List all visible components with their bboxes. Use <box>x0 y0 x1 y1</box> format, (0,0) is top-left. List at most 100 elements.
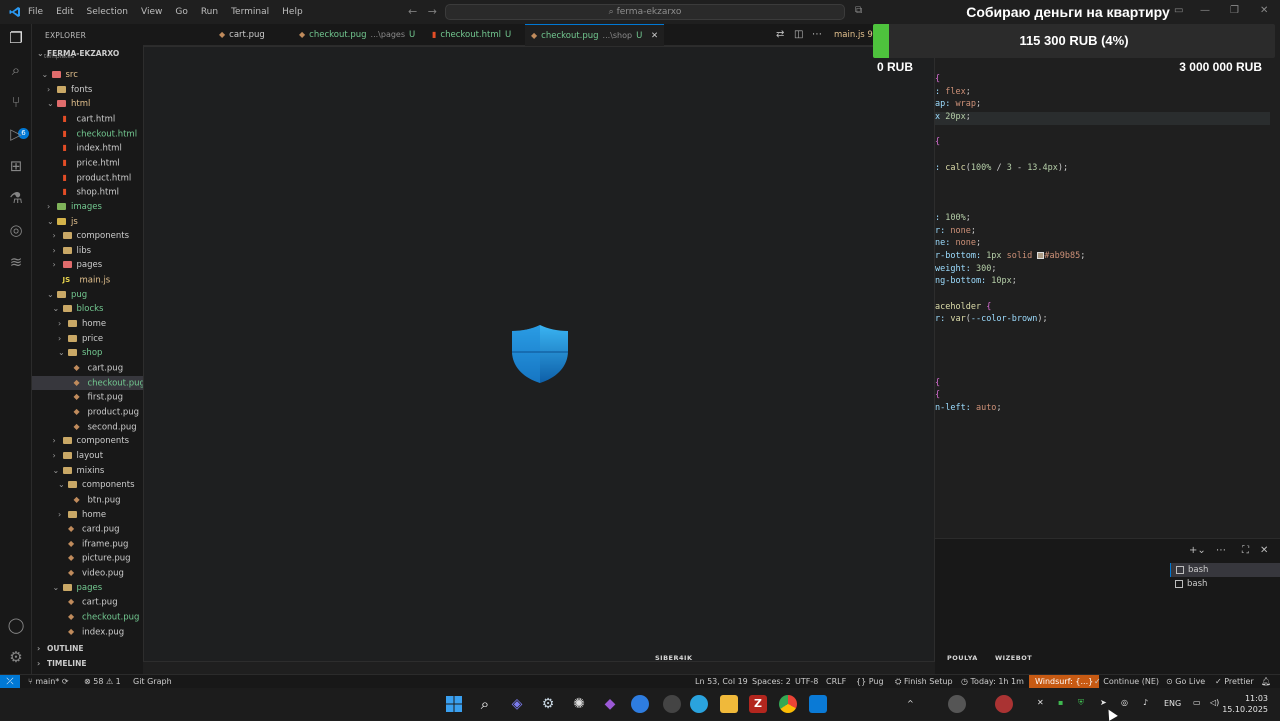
editor-tab[interactable]: ◆ checkout.pug ...\pages U <box>293 24 421 46</box>
tree-item[interactable]: › home <box>32 317 143 331</box>
chrome-icon[interactable] <box>779 695 797 713</box>
tree-item[interactable]: › fonts <box>32 83 143 97</box>
tree-item[interactable]: ◆ checkout.pug <box>32 375 143 390</box>
testing-icon[interactable]: ⚗ <box>7 189 25 207</box>
tree-item[interactable]: ◆ picture.pug <box>32 551 143 565</box>
cursor-position[interactable]: Ln 53, Col 19 <box>695 675 748 689</box>
tree-item[interactable]: ⌄ blocks <box>32 302 143 316</box>
forward-arrow-icon[interactable]: → <box>428 5 437 18</box>
go-live-button[interactable]: ⊙ Go Live <box>1166 675 1205 689</box>
tree-item[interactable]: ▮ checkout.html <box>32 127 143 141</box>
tree-item[interactable]: ◆ cart.pug <box>32 595 143 609</box>
close-panel-icon[interactable]: ✕ <box>1260 545 1268 556</box>
maximize-panel-icon[interactable]: ⛶ <box>1242 545 1249 556</box>
git-branch[interactable]: ⑂ main* ⟳ <box>28 675 69 689</box>
open-changes-icon[interactable]: ⇄ <box>776 29 784 40</box>
tray-nvidia-icon[interactable]: ▪ <box>1058 698 1063 707</box>
tray-steam-icon[interactable]: ◎ <box>1121 698 1128 707</box>
workspace-root[interactable]: ⌄ FERMA-EKZARXO <box>37 49 119 58</box>
tree-item[interactable]: ◆ iframe.pug <box>32 537 143 551</box>
tree-item[interactable]: ◆ first.pug <box>32 390 143 404</box>
line-endings[interactable]: CRLF <box>826 675 846 689</box>
back-arrow-icon[interactable]: ← <box>408 5 417 18</box>
tree-item[interactable]: ⌄ src <box>32 68 143 82</box>
tree-item[interactable]: › pages <box>32 258 143 272</box>
volume-icon[interactable]: ◁) <box>1210 698 1219 707</box>
tree-item[interactable]: ◆ cart.pug <box>32 361 143 375</box>
menu-go[interactable]: Go <box>175 7 187 17</box>
editor-tab[interactable]: ◆ checkout.pug ...\shop U ✕ <box>525 24 665 46</box>
menu-selection[interactable]: Selection <box>87 7 128 17</box>
remote-indicator-icon[interactable]: ⤫ <box>0 675 20 689</box>
prettier-status[interactable]: ✓ Prettier <box>1215 675 1254 689</box>
account-icon[interactable]: ◯ <box>7 616 25 634</box>
tree-item[interactable]: ◆ product.pug <box>32 405 143 419</box>
tree-item[interactable]: ⌄ pages <box>32 581 143 595</box>
new-terminal-icon[interactable]: +⌄ <box>1189 545 1206 556</box>
editor-tab[interactable]: ◆ cart.pug <box>213 24 271 46</box>
notifications-bell-icon[interactable]: 🔔︎ <box>1261 675 1271 689</box>
indentation[interactable]: Spaces: 2 <box>752 675 791 689</box>
editor-more-icon[interactable]: ⋯ <box>812 29 822 40</box>
terminal-session[interactable]: bash <box>1170 577 1280 591</box>
tree-item[interactable]: ⌄ mixins <box>32 464 143 478</box>
tree-item[interactable]: ◆ video.pug <box>32 566 143 580</box>
git-graph-button[interactable]: Git Graph <box>133 675 172 689</box>
tree-item[interactable]: ▮ price.html <box>32 156 143 170</box>
tree-item[interactable]: ◆ second.pug <box>32 420 143 434</box>
code-editor[interactable]: {: flex; ap: wrap; x 20px; {: calc(100% / 3… <box>935 46 1280 538</box>
menu-run[interactable]: Run <box>201 7 218 17</box>
tray-overflow-icon[interactable]: ^ <box>907 699 914 708</box>
file-explorer-icon[interactable] <box>720 695 738 713</box>
terminal-session[interactable]: bash <box>1170 563 1280 577</box>
menu-help[interactable]: Help <box>282 7 303 17</box>
tree-item[interactable]: ⌄ shop <box>32 346 143 360</box>
tree-item[interactable]: ◆ index.pug <box>32 625 143 639</box>
encoding[interactable]: UTF-8 <box>795 675 818 689</box>
problems-indicator[interactable]: ⊗ 58 ⚠ 1 <box>84 675 121 689</box>
steam-icon[interactable]: ⚙ <box>539 695 557 713</box>
vscode-taskbar-icon[interactable] <box>809 695 827 713</box>
tree-item[interactable]: ⌄ js <box>32 215 143 229</box>
tree-item[interactable]: ▮ product.html <box>32 171 143 185</box>
tray-app-icon[interactable]: ✕ <box>1037 698 1044 707</box>
tree-item[interactable]: › layout <box>32 449 143 463</box>
panel-more-icon[interactable]: ⋯ <box>1216 545 1226 556</box>
continue-status[interactable]: ✓ Continue (NE) <box>1094 675 1159 689</box>
tray-telegram-icon[interactable]: ➤ <box>1100 698 1107 707</box>
close-tab-icon[interactable]: ✕ <box>648 31 658 41</box>
tree-item[interactable]: › components <box>32 229 143 243</box>
network-icon[interactable]: ▭ <box>1193 698 1201 707</box>
tree-item[interactable]: ⌄ html <box>32 97 143 111</box>
tree-item[interactable]: › components <box>32 434 143 448</box>
remote-explorer-icon[interactable]: ◎ <box>7 221 25 239</box>
filezilla-icon[interactable]: Z <box>749 695 767 713</box>
taskbar-search-icon[interactable]: ⌕ <box>476 695 494 713</box>
language-indicator[interactable]: ENG <box>1164 699 1181 708</box>
menu-view[interactable]: View <box>141 7 162 17</box>
tree-item[interactable]: ▮ shop.html <box>32 185 143 199</box>
tree-item[interactable]: › price <box>32 332 143 346</box>
obsidian-icon[interactable]: ◈ <box>508 695 526 713</box>
tree-item[interactable]: ◆ checkout.pug <box>32 610 143 624</box>
obs-icon[interactable]: ◆ <box>601 695 619 713</box>
language-mode[interactable]: {} Pug <box>856 675 884 689</box>
windows-start-icon[interactable] <box>445 695 463 713</box>
menu-edit[interactable]: Edit <box>56 7 73 17</box>
tree-item[interactable]: › libs <box>32 244 143 258</box>
menu-file[interactable]: File <box>28 7 43 17</box>
source-control-icon[interactable]: ⑂ <box>7 93 25 111</box>
command-center-search[interactable]: ⌕ ferma-ekzarxo <box>445 4 845 20</box>
search-view-icon[interactable]: ⌕ <box>7 61 25 79</box>
wakatime-today[interactable]: ◷ Today: 1h 1m <box>961 675 1024 689</box>
windsurf-icon[interactable]: ≋ <box>7 253 25 271</box>
timeline-section[interactable]: › TIMELINE <box>37 659 86 668</box>
finish-setup[interactable]: ⛭ Finish Setup <box>895 675 953 689</box>
editor-tab[interactable]: ▮ checkout.html U <box>426 24 517 46</box>
outline-section[interactable]: › OUTLINE <box>37 644 84 653</box>
tree-item[interactable]: ◆ btn.pug <box>32 493 143 507</box>
split-editor-icon[interactable]: ◫ <box>794 29 803 40</box>
copilot-icon[interactable]: ⧉ <box>855 5 862 16</box>
run-debug-icon[interactable]: ▷ <box>7 125 25 143</box>
telegram-icon[interactable] <box>690 695 708 713</box>
